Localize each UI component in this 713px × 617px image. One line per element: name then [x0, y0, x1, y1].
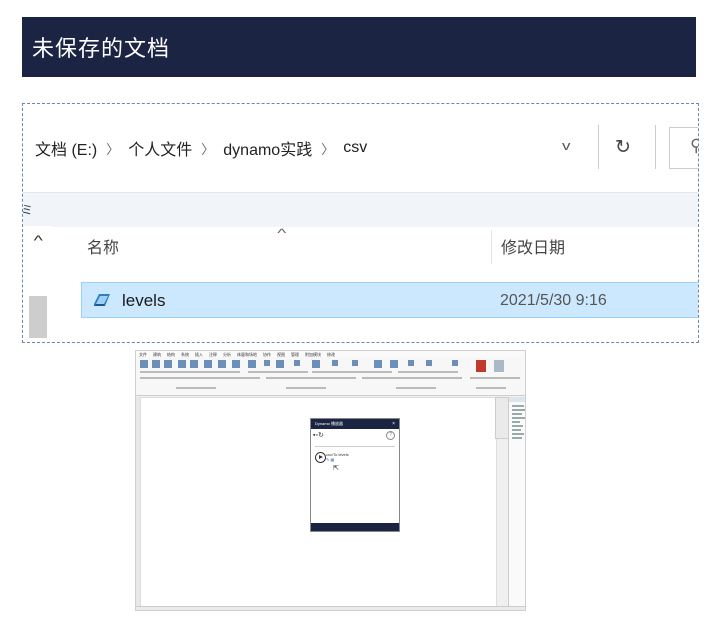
chevron-right-icon: 〉 — [201, 141, 215, 157]
mouse-cursor-icon: ⇱ — [333, 465, 339, 472]
chevron-up-icon[interactable]: ^ — [34, 232, 43, 248]
close-icon[interactable]: × — [392, 419, 395, 429]
browser-line — [512, 417, 525, 419]
chevron-down-icon[interactable]: v — [562, 138, 570, 153]
breadcrumb: 文档 (E:) 〉 个人文件 〉 dynamo实践 〉 csv — [23, 136, 555, 160]
dynamo-player-title-bar: Dynamo 播放器 × — [311, 419, 399, 429]
file-explorer: 文档 (E:) 〉 个人文件 〉 dynamo实践 〉 csv v ↻ ⚲ ミ … — [22, 103, 699, 343]
dynamo-player-title: Dynamo 播放器 — [315, 421, 344, 426]
dynamo-player-panel: Dynamo 播放器 × ▪▫↻ ? csv/To levels ✎ ▦ ⇱ — [310, 418, 400, 532]
breadcrumb-item[interactable]: csv — [343, 139, 367, 157]
project-browser[interactable] — [508, 397, 525, 608]
breadcrumb-item[interactable]: dynamo实践 — [223, 136, 312, 160]
browser-line — [512, 437, 522, 439]
csv-file-icon — [94, 294, 110, 306]
file-modified-date: 2021/5/30 9:16 — [500, 292, 607, 309]
breadcrumb-item[interactable]: 个人文件 — [128, 136, 192, 160]
toolbar-strip: ミ — [23, 192, 698, 227]
address-bar[interactable]: 文档 (E:) 〉 个人文件 〉 dynamo实践 〉 csv v ↻ ⚲ — [23, 104, 698, 192]
file-row[interactable]: levels 2021/5/30 9:16 — [81, 282, 698, 318]
browser-line — [512, 405, 524, 407]
toolbar-cut-glyph: ミ — [22, 203, 34, 217]
document-title-bar: 未保存的文档 — [22, 17, 696, 77]
folder-refresh-icon[interactable]: ▪▫↻ — [313, 431, 324, 439]
search-icon: ⚲ — [690, 136, 698, 156]
browser-line — [512, 429, 521, 431]
chevron-right-icon: 〉 — [106, 141, 120, 157]
divider — [598, 125, 599, 169]
chevron-right-icon: 〉 — [321, 141, 335, 157]
navigation-bar[interactable] — [495, 397, 509, 439]
script-action-icons[interactable]: ✎ ▦ — [326, 457, 334, 462]
column-header-modified[interactable]: 修改日期 — [501, 234, 565, 258]
help-icon[interactable]: ? — [386, 431, 395, 440]
scrollbar-thumb[interactable] — [29, 296, 47, 338]
revit-status-bar — [136, 606, 525, 610]
divider — [655, 125, 656, 169]
dynamo-player-footer — [311, 523, 399, 531]
breadcrumb-item[interactable]: 文档 (E:) — [35, 136, 97, 160]
browser-line — [512, 413, 522, 415]
search-input[interactable]: ⚲ — [669, 127, 698, 169]
navigation-scrollbar[interactable]: ^ — [23, 226, 53, 342]
refresh-icon[interactable]: ↻ — [615, 136, 631, 159]
ribbon-tools-icon — [140, 360, 520, 389]
project-browser-header — [509, 397, 525, 402]
column-divider[interactable] — [491, 230, 492, 264]
file-name: levels — [122, 291, 166, 310]
sort-caret-icon: ^ — [277, 226, 287, 240]
browser-line — [512, 425, 523, 427]
document-title: 未保存的文档 — [32, 36, 171, 61]
browser-line — [512, 409, 525, 411]
revit-ribbon — [136, 357, 525, 396]
play-icon[interactable] — [315, 452, 326, 463]
browser-line — [512, 433, 524, 435]
column-header-name[interactable]: 名称 — [87, 234, 119, 258]
dynamo-search-input[interactable] — [315, 441, 395, 447]
browser-line — [512, 421, 520, 423]
